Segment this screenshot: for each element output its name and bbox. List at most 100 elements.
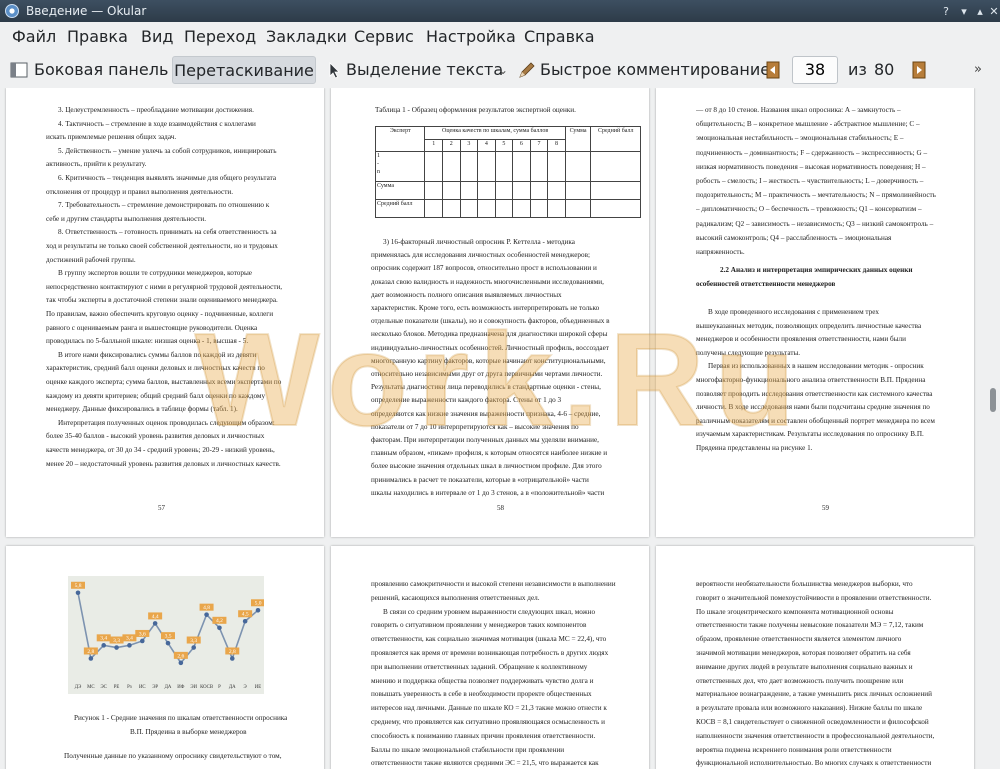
text-line: высокий самоконтроль; Q4 – расслабленнос… [696,233,892,242]
quick-annotation-label: Быстрое комментирование [540,60,771,79]
page-58: Таблица 1 - Образец оформления результат… [331,88,649,537]
drag-mode-button[interactable]: Перетаскивание [172,56,316,84]
text-line: В группу экспертов вошли те сотрудники м… [58,269,252,278]
table-cell [442,199,461,218]
menu-go[interactable]: Переход [184,28,256,46]
close-icon[interactable]: ✕ [986,4,1000,20]
chart-point [152,621,158,626]
text-line: ответственных дел, что дает возможность … [696,676,904,685]
table-cell [564,199,592,218]
table-cell [547,181,566,200]
text-line: опросник содержит 187 вопросов, относите… [371,264,597,273]
chart-value-label: 3,4 [100,636,107,642]
section-heading: особенностей ответственности менеджеров [696,280,836,288]
figure-caption: В.П. Прядеина в выборке менеджеров [130,728,247,736]
text-line: получены следующие результаты. [696,348,801,357]
chart-point [101,643,107,648]
help-icon[interactable]: ? [938,4,954,20]
chart-value-label: 4,5 [242,612,249,618]
text-line: говорить о ситуативном проявлении у мене… [371,621,587,630]
menu-settings[interactable]: Настройка [426,28,516,46]
table-row-label: 1 - n [374,151,426,182]
okular-app-icon[interactable] [4,3,20,19]
text-line: так чтобы эксперты в достаточной степени… [46,296,278,305]
page-number: 58 [497,504,504,512]
page-number-input[interactable]: 38 [792,56,838,84]
table-cell [494,181,514,200]
text-line: 4. Тактичность – стремление в ходе взаим… [58,119,256,128]
page-60: 5,8 ДЭ 2,8 МС 3,4 ЭС 3,3 РЕ 3,4 Рз 3,6 ИС 4,4 ЭР 3,5 ДА… [6,546,324,769]
text-line: 8. Ответственность – готовность принимат… [58,228,277,237]
chart-value-label: 5,0 [255,601,262,607]
table-row: Средний балл [374,199,641,218]
chart-value-label: 2,8 [229,649,236,655]
text-line: более 35-40 баллов - высокий уровень раз… [46,432,265,441]
table-column-number: 8 [547,138,566,152]
text-line: Первая из использованных в нашем исследо… [708,362,924,371]
vertical-scrollbar[interactable] [986,88,1000,769]
table-column-number: 6 [512,138,531,152]
page-number: 59 [822,504,829,512]
text-line: менее 20 – недостаточный уровень развити… [46,459,281,468]
menu-edit[interactable]: Правка [67,28,128,46]
menu-help[interactable]: Справка [524,28,595,46]
chart-category-label: РЕ [114,685,120,690]
text-line: характеристик, средний балл оценки делов… [46,364,265,373]
chart-category-label: ДА [229,685,236,690]
quick-annotation-button[interactable]: Быстрое комментирование [518,56,770,84]
document-viewport[interactable]: 3. Целеустремленность – преобладание мот… [0,88,1000,769]
table-row: 1 - n [374,151,641,182]
menu-tools[interactable]: Сервис [354,28,414,46]
scrollbar-handle[interactable] [990,388,996,412]
text-selection-label: Выделение текста [346,60,504,79]
chart-point [88,656,94,661]
chevron-down-icon[interactable]: ⌄ [498,56,508,84]
text-line: менеджеров и особенности проявления отве… [696,335,906,344]
text-line: активность, прийти к результату. [46,160,147,169]
table-cell [459,181,479,200]
text-line: в результате провала или возможного нака… [696,704,923,713]
text-line: 3. Целеустремленность – преобладание мот… [58,106,254,114]
text-line: среднему, что проявляется как ситуативно… [371,718,605,726]
text-line: материальное вознаграждение, а также уме… [696,690,932,699]
text-line: образом, проявление ответственности явля… [696,635,902,644]
toolbar-overflow-icon[interactable]: » [974,56,982,84]
okular-window: Введение — Okular ? ▾ ▴ ✕ Файл Правка Ви… [0,0,1000,769]
sidebar-toggle-button[interactable]: Боковая панель [10,56,168,84]
table-cell [590,199,641,218]
text-line: проводилась по 5-балльной шкале: низшая … [46,337,249,346]
expert-assessment-table: Эксперт Оценка качеств по шкалам, сумма б… [374,126,641,218]
chart-value-label: 2,8 [87,649,94,655]
table-row: Сумма [374,181,641,200]
text-line: характеристик. Кроме того, есть возможно… [371,304,600,312]
minimize-icon[interactable]: ▾ [956,4,972,20]
menu-view[interactable]: Вид [141,28,173,46]
chart-category-label: ЭИ [190,685,197,690]
chart-category-label: МС [87,685,94,690]
text-line: Полученные данные по указанному опросник… [64,752,282,760]
table-cell [590,151,641,182]
chart-value-label: 4,8 [203,605,210,611]
text-line: подчиненность – доминантность; F – сдерж… [696,148,928,157]
text-line: В ходе проведенного исследования с приме… [708,308,879,316]
menu-bookmarks[interactable]: Закладки [266,28,347,46]
text-selection-button[interactable]: Выделение текста [326,56,503,84]
chart-value-label: 2,6 [177,653,184,659]
total-pages: 80 [874,60,895,79]
text-line: КОСВ = 8,1 свидетельствует о сниженной о… [696,718,929,726]
menu-file[interactable]: Файл [12,28,56,46]
table-cell [477,151,496,182]
text-line: 5. Действенность – умение увлечь за собо… [58,146,277,155]
chart-point [139,638,145,644]
text-line: менеджеру. Данные фиксировались в таблиц… [46,405,238,414]
chart-point [191,645,197,650]
chart-value-label: 3,4 [126,636,133,642]
text-line: Баллы по шкале эмоциональной стабильност… [371,745,565,754]
text-line: повышать уверенность в себе в необходимо… [371,690,592,699]
table-cell [459,199,479,218]
table-header-cell: Оценка качеств по шкалам, сумма баллов [424,126,566,140]
text-line: непосредственно контактируют с ними в ре… [46,282,283,291]
text-line: — от 8 до 10 стенов. Названия шкал опрос… [696,106,901,114]
text-line: факторам. При интерпретации полученных д… [371,436,599,444]
chart-value-label: 3,3 [113,638,120,644]
